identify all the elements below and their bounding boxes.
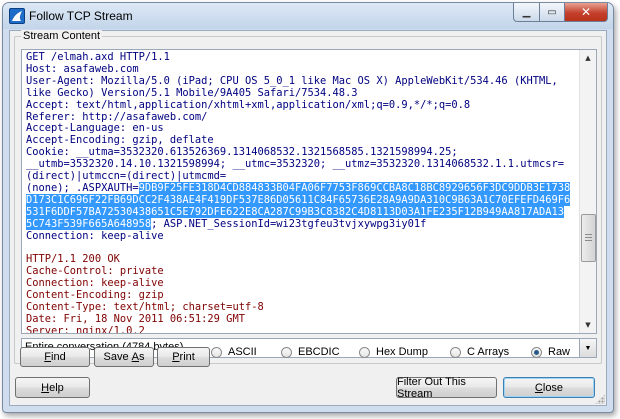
line-text: (direct)|utmccn=(direct)|utmcmd= xyxy=(26,170,227,183)
line-text: Accept-Language: en-us xyxy=(26,122,164,135)
find-button[interactable]: Find xyxy=(20,347,90,367)
radio-dot xyxy=(211,346,222,358)
line-text: Connection: keep-alive xyxy=(26,229,164,242)
radio-c-arrays-label: C Arrays xyxy=(467,346,510,358)
radio-ascii-label: ASCII xyxy=(228,346,257,358)
stream-text: GET /elmah.axd HTTP/1.1 Host: asafaweb.co… xyxy=(26,51,582,334)
filter-out-label: Filter Out This Stream xyxy=(397,375,466,400)
radio-raw-label: Raw xyxy=(548,346,571,358)
print-hotkey: P xyxy=(172,351,180,363)
scroll-up-arrow-icon[interactable]: ▲ xyxy=(580,50,596,66)
line-text: HTTP/1.1 200 OK xyxy=(26,253,120,266)
caption-buttons: ▁ ▭ ✕ xyxy=(513,3,608,22)
print-button[interactable]: Print xyxy=(157,347,210,367)
selected-text: 5C743F539F665A648958 xyxy=(26,217,152,230)
save-as-label-rest: s xyxy=(138,351,145,363)
line-text: Host: asafaweb.com xyxy=(26,62,139,75)
window-title: Follow TCP Stream xyxy=(29,9,133,23)
close-window-button[interactable]: ✕ xyxy=(565,3,608,22)
line-text: Cache-Control: private xyxy=(26,265,164,278)
line-text: Referer: http://asafaweb.com/ xyxy=(26,110,208,123)
line-text: Accept-Encoding: gzip, deflate xyxy=(26,134,214,147)
request-line: Connection: keep-alive xyxy=(26,229,582,243)
help-button[interactable]: Help xyxy=(15,377,90,398)
help-hotkey: H xyxy=(41,381,50,394)
vertical-scrollbar[interactable]: ▲ ▼ xyxy=(579,50,596,333)
follow-tcp-stream-window: Follow TCP Stream ▁ ▭ ✕ Stream Content G… xyxy=(2,2,614,413)
print-label: rint xyxy=(179,351,195,363)
radio-dot xyxy=(450,346,461,358)
help-label: elp xyxy=(49,381,64,394)
line-text: __utmb=3532320.14.10.1321598994; __utmc=… xyxy=(26,158,564,171)
save-as-button[interactable]: Save As xyxy=(94,347,154,367)
line-text: User-Agent: Mozilla/5.0 (iPad; CPU OS 5_… xyxy=(26,74,558,87)
title-bar[interactable]: Follow TCP Stream ▁ ▭ ✕ xyxy=(3,3,613,29)
chevron-down-icon[interactable]: ▼ xyxy=(579,339,596,357)
close-button[interactable]: Close xyxy=(503,377,595,398)
maximize-button[interactable]: ▭ xyxy=(540,3,565,22)
radio-raw[interactable]: Raw xyxy=(531,345,570,359)
line-text: Cookie: __utma=3532320.613526369.1314068… xyxy=(26,146,458,159)
find-hotkey: F xyxy=(44,351,52,363)
line-text: Content-Encoding: gzip xyxy=(26,289,164,302)
close-label: lose xyxy=(542,381,564,394)
grip-line xyxy=(585,240,592,241)
find-label: ind xyxy=(51,351,66,363)
filter-out-stream-button[interactable]: Filter Out This Stream xyxy=(396,375,497,400)
line-text: like Gecko) Version/5.1 Mobile/9A405 Saf… xyxy=(26,86,358,99)
selected-text: D173C1C696F22FB69DCC2F438AE4F419DF537E86… xyxy=(26,193,571,206)
radio-dot xyxy=(281,346,292,358)
minimize-button[interactable]: ▁ xyxy=(513,3,540,22)
radio-hex-dump-label: Hex Dump xyxy=(376,346,428,358)
wireshark-fin-icon xyxy=(9,8,25,24)
dialog-client-area: Stream Content GET /elmah.axd HTTP/1.1 Ho… xyxy=(9,30,607,406)
minimize-icon: ▁ xyxy=(522,6,531,18)
line-text: Server: nginx/1.0.2 xyxy=(26,324,145,334)
stream-text-view[interactable]: GET /elmah.axd HTTP/1.1 Host: asafaweb.co… xyxy=(21,49,597,334)
line-text-rest: ; ASP.NET_SessionId=wi23tgfeu3tvjxywpg3i… xyxy=(151,217,427,230)
close-hotkey: C xyxy=(534,381,543,394)
line-text: Content-Type: text/html; charset=utf-8 xyxy=(26,301,264,314)
stream-content-label: Stream Content xyxy=(21,30,103,42)
save-as-hotkey: A xyxy=(131,351,139,363)
save-as-label-pre: Save xyxy=(103,351,132,363)
close-icon: ✕ xyxy=(580,5,592,19)
radio-c-arrays[interactable]: C Arrays xyxy=(450,345,509,359)
radio-dot-selected xyxy=(531,346,542,358)
grip-line xyxy=(585,237,592,238)
selected-text: 531F6DDF57BA72530438651C5E792DFE622E8CA2… xyxy=(26,205,564,218)
line-text: (none); .ASPXAUTH= xyxy=(26,181,139,194)
line-text: Connection: keep-alive xyxy=(26,277,164,290)
radio-ebcdic-label: EBCDIC xyxy=(298,346,340,358)
selected-text: 9DB9F25FE318D4CD884833B04FA06F7753F869CC… xyxy=(138,181,571,194)
request-line: D173C1C696F22FB69DCC2F438AE4F419DF537E86… xyxy=(26,193,582,207)
stream-content-group: Stream Content GET /elmah.axd HTTP/1.1 Ho… xyxy=(14,30,602,367)
line-text: Accept: text/html,application/xhtml+xml,… xyxy=(26,98,471,111)
resize-grip-icon[interactable] xyxy=(595,394,605,404)
response-line: Server: nginx/1.0.2 xyxy=(26,324,582,334)
scroll-down-arrow-icon[interactable]: ▼ xyxy=(580,317,596,333)
grip-line xyxy=(585,234,592,235)
radio-hex-dump[interactable]: Hex Dump xyxy=(359,345,428,359)
line-text: Date: Fri, 18 Nov 2011 06:51:29 GMT xyxy=(26,312,245,325)
maximize-icon: ▭ xyxy=(547,6,557,18)
radio-ebcdic[interactable]: EBCDIC xyxy=(281,345,340,359)
scrollbar-thumb[interactable] xyxy=(581,214,596,262)
line-text: GET /elmah.axd HTTP/1.1 xyxy=(26,51,170,63)
radio-dot xyxy=(359,346,370,358)
radio-ascii[interactable]: ASCII xyxy=(211,345,257,359)
